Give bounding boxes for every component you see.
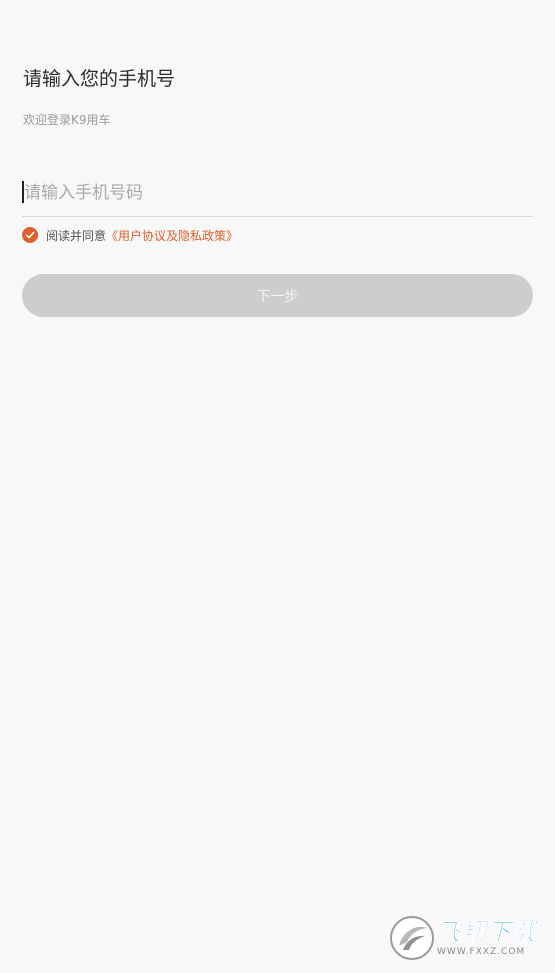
phone-field[interactable] xyxy=(22,172,533,217)
welcome-subtitle: 欢迎登录K9用车 xyxy=(23,113,111,127)
fxxz-logo-icon xyxy=(390,916,434,960)
policy-link[interactable]: 《用户协议及隐私政策》 xyxy=(106,227,238,244)
agree-checkbox[interactable] xyxy=(22,227,38,243)
agree-label: 阅读并同意 xyxy=(46,228,107,243)
watermark-name: 飞翔下载 xyxy=(437,918,537,947)
watermark: 飞翔下载 WWW.FXXZ.COM xyxy=(389,913,541,963)
checkmark-icon xyxy=(25,231,35,239)
watermark-url: WWW.FXXZ.COM xyxy=(437,947,526,957)
phone-input[interactable] xyxy=(24,172,529,214)
page-title: 请输入您的手机号 xyxy=(23,68,176,90)
next-button[interactable]: 下一步 xyxy=(22,274,533,317)
agreement-row: 阅读并同意 《用户协议及隐私政策》 xyxy=(22,226,238,244)
